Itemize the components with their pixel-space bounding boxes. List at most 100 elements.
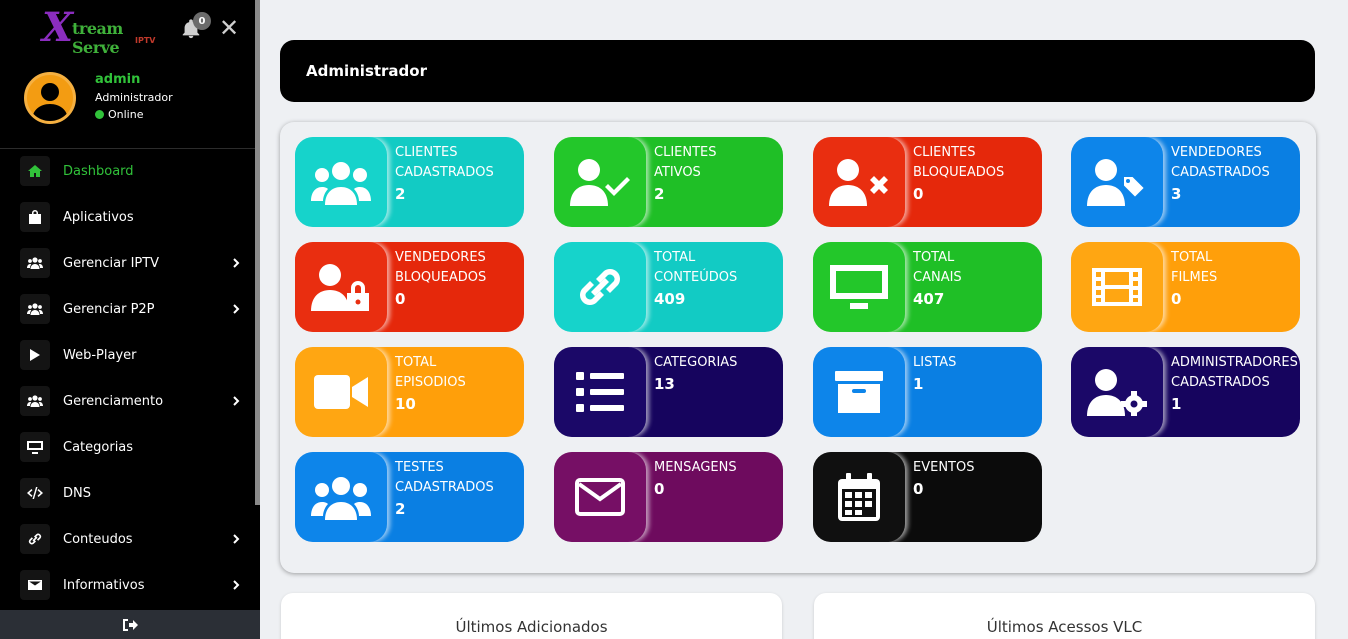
close-icon[interactable]: ✕ [219, 15, 239, 41]
stat-card-value: 2 [395, 500, 406, 518]
stat-card-value: 2 [654, 185, 665, 203]
sidebar-item-web-player[interactable]: Web-Player [0, 332, 255, 378]
stat-card-label: Clientes Cadastrados [395, 143, 520, 183]
stat-card-label-line2: Episodios [395, 375, 466, 390]
bag-icon [20, 202, 50, 232]
stat-card-clientes-ativos[interactable]: Clientes Ativos 2 [554, 137, 783, 227]
calendar-icon [813, 452, 905, 542]
chevron-right-icon [233, 396, 240, 406]
recent-added-title: Últimos Adicionados [455, 618, 608, 636]
avatar[interactable] [24, 72, 76, 124]
stat-card-label-line1: Total [1171, 250, 1213, 265]
stat-card-value: 0 [1171, 290, 1182, 308]
stat-card-label: Total Canais [913, 248, 1038, 288]
logout-button[interactable] [0, 610, 260, 639]
users-icon [295, 452, 387, 542]
sidebar-menu: Dashboard Aplicativos Gerenciar IPTV Gerenc… [0, 148, 255, 608]
stat-card-value: 3 [1171, 185, 1182, 203]
user-tag-icon [1071, 137, 1163, 227]
stat-card-label-line1: Clientes [395, 145, 458, 160]
stat-card-label-line2: Bloqueados [395, 270, 487, 285]
stat-card-testes-cadastrados[interactable]: Testes Cadastrados 2 [295, 452, 524, 542]
stat-card-listas[interactable]: Listas 1 [813, 347, 1042, 437]
stat-card-categorias[interactable]: Categorias 13 [554, 347, 783, 437]
stat-card-clientes-cadastrados[interactable]: Clientes Cadastrados 2 [295, 137, 524, 227]
envelope-icon [554, 452, 646, 542]
brand-logo-x: X [42, 4, 74, 51]
stat-card-clientes-bloqueados[interactable]: Clientes Bloqueados 0 [813, 137, 1042, 227]
stat-card-label-line2: Cadastrados [1171, 375, 1270, 390]
code-icon [20, 478, 50, 508]
stat-card-label: Clientes Bloqueados [913, 143, 1038, 183]
recent-vlc-title: Últimos Acessos VLC [986, 618, 1143, 636]
stat-card-vendedores-bloqueados[interactable]: Vendedores Bloqueados 0 [295, 242, 524, 332]
stat-card-label-line2: Filmes [1171, 270, 1218, 285]
stat-card-label-line1: Eventos [913, 460, 975, 475]
user-name: admin [95, 72, 141, 87]
sidebar-item-label: DNS [63, 485, 91, 501]
sidebar-item-aplicativos[interactable]: Aplicativos [0, 194, 255, 240]
stat-card-label-line2: Cadastrados [395, 480, 494, 495]
film-icon [1071, 242, 1163, 332]
stat-card-total-filmes[interactable]: Total Filmes 0 [1071, 242, 1300, 332]
play-icon [20, 340, 50, 370]
sidebar-item-gerenciar-p2p[interactable]: Gerenciar P2P [0, 286, 255, 332]
recent-added-panel: Últimos Adicionados [281, 593, 782, 639]
sidebar-item-gerenciamento[interactable]: Gerenciamento [0, 378, 255, 424]
stat-card-label: Testes Cadastrados [395, 458, 520, 498]
notification-badge: 0 [193, 12, 211, 30]
stat-card-label: Vendedores Bloqueados [395, 248, 520, 288]
stat-card-label: Total Conteúdos [654, 248, 779, 288]
stat-card-total-conte-dos[interactable]: Total Conteúdos 409 [554, 242, 783, 332]
stat-card-value: 409 [654, 290, 686, 308]
stat-card-value: 1 [1171, 395, 1182, 413]
users-icon [295, 137, 387, 227]
stat-card-eventos[interactable]: Eventos 0 [813, 452, 1042, 542]
user-lock-icon [295, 242, 387, 332]
chevron-right-icon [233, 304, 240, 314]
sidebar-item-categorias[interactable]: Categorias [0, 424, 255, 470]
sidebar-item-gerenciar-iptv[interactable]: Gerenciar IPTV [0, 240, 255, 286]
sidebar-item-label: Gerenciar IPTV [63, 255, 160, 271]
archive-icon [813, 347, 905, 437]
sidebar-item-label: Web-Player [63, 347, 137, 363]
sidebar-item-informativos[interactable]: Informativos [0, 562, 255, 608]
user-times-icon [813, 137, 905, 227]
sidebar-scrollbar[interactable] [255, 0, 260, 505]
stat-card-administradores-cadastrados[interactable]: Administradores Cadastrados 1 [1071, 347, 1300, 437]
stat-card-mensagens[interactable]: Mensagens 0 [554, 452, 783, 542]
list-icon [554, 347, 646, 437]
stat-card-label-line2: Bloqueados [913, 165, 1005, 180]
sidebar-item-conteudos[interactable]: Conteudos [0, 516, 255, 562]
stat-card-total-canais[interactable]: Total Canais 407 [813, 242, 1042, 332]
sign-out-icon [123, 618, 138, 631]
stat-card-label: Clientes Ativos [654, 143, 779, 183]
stat-card-label-line2: Cadastrados [1171, 165, 1270, 180]
stat-card-vendedores-cadastrados[interactable]: Vendedores Cadastrados 3 [1071, 137, 1300, 227]
stat-card-label: Eventos [913, 458, 1038, 478]
stat-card-value: 0 [913, 185, 924, 203]
envelope-icon [20, 570, 50, 600]
user-status-text: Online [108, 108, 144, 121]
users-icon [20, 248, 50, 278]
sidebar-item-label: Categorias [63, 439, 134, 455]
stat-card-label: Mensagens [654, 458, 779, 478]
page-title: Administrador [306, 62, 427, 80]
users-icon [20, 386, 50, 416]
stat-card-label-line1: Total [654, 250, 696, 265]
stat-card-label-line2: Canais [913, 270, 962, 285]
user-cog-icon [1071, 347, 1163, 437]
monitor-icon [20, 432, 50, 462]
users-icon [20, 294, 50, 324]
brand-logo[interactable]: X tream Serve IPTV [42, 4, 162, 58]
user-status: Online [95, 108, 143, 121]
sidebar-item-dns[interactable]: DNS [0, 470, 255, 516]
stat-card-total-episodios[interactable]: Total Episodios 10 [295, 347, 524, 437]
stats-panel: Clientes Cadastrados 2 Clientes Ativos 2 Clien… [280, 122, 1316, 573]
sidebar-item-label: Dashboard [63, 163, 134, 179]
sidebar-item-dashboard[interactable]: Dashboard [0, 148, 255, 194]
stat-card-value: 10 [395, 395, 416, 413]
user-role: Administrador [95, 91, 173, 104]
user-silhouette-icon [32, 83, 68, 121]
sidebar-item-label: Aplicativos [63, 209, 134, 225]
